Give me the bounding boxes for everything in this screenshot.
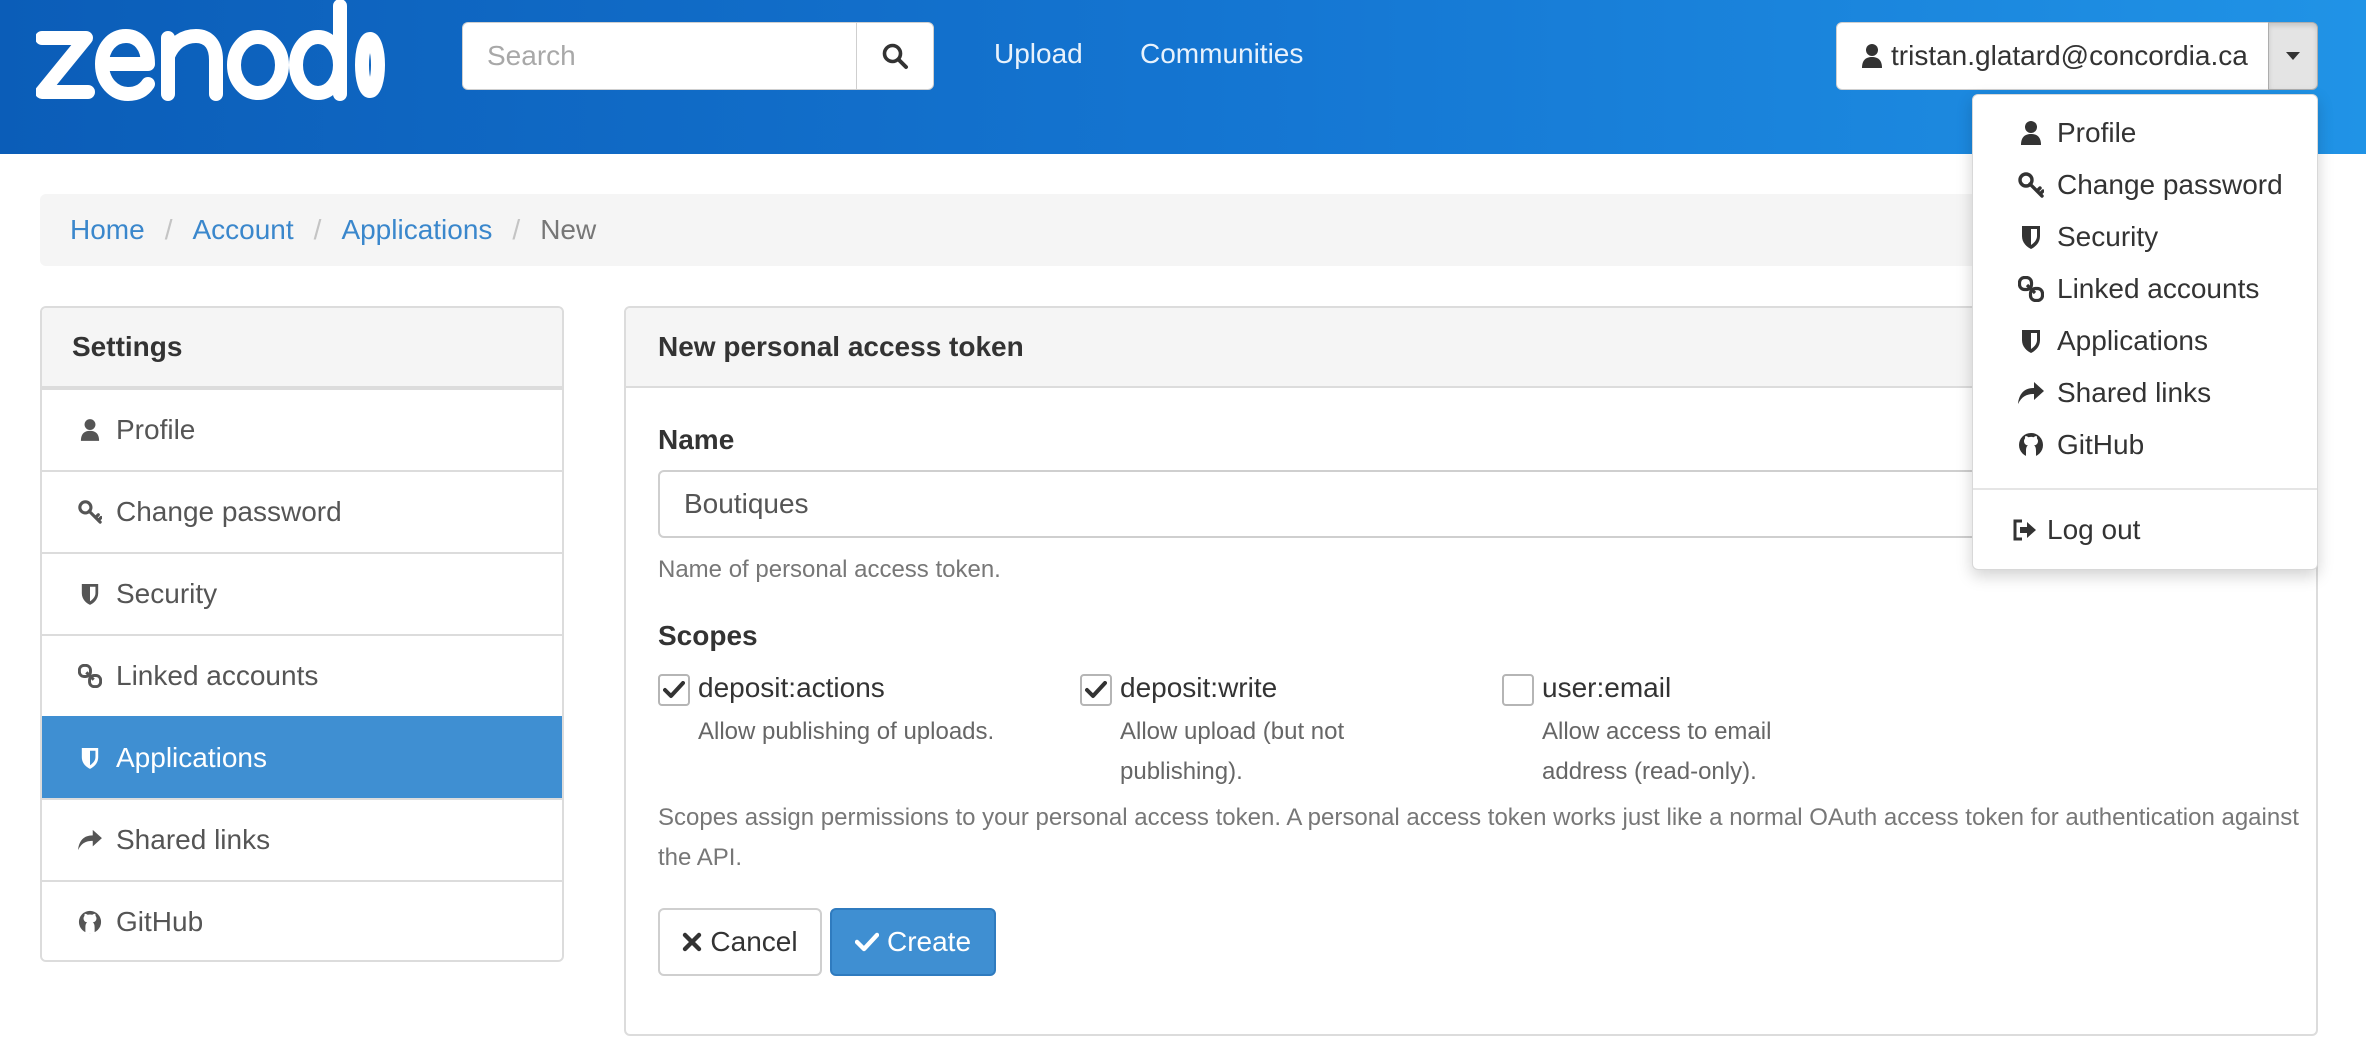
user-account-button[interactable]: tristan.glatard@concordia.ca (1836, 22, 2270, 90)
scope-name: deposit:write (1120, 672, 1278, 703)
menu-item-label: Security (2057, 221, 2159, 252)
cancel-button-label: Cancel (710, 926, 798, 957)
checkmark-icon (663, 681, 685, 698)
sidebar-heading: Settings (42, 308, 562, 388)
breadcrumb-separator: / (164, 214, 173, 245)
menu-item-shared-links[interactable]: Shared links (1973, 368, 2317, 418)
menu-item-label: Shared links (2057, 377, 2212, 408)
menu-item-profile[interactable]: Profile (1973, 108, 2317, 158)
scope-description-line: Allow publishing of uploads. (698, 718, 995, 745)
shield-icon (2017, 223, 2045, 251)
menu-item-label: Linked accounts (2057, 273, 2260, 304)
user-menu-toggle[interactable] (2268, 22, 2318, 90)
menu-item-label: Log out (2047, 514, 2141, 545)
github-icon (76, 882, 104, 960)
scope-description: Allow access to email address (read-only… (1542, 712, 1771, 792)
scope-checkbox[interactable] (1502, 674, 1534, 706)
search-icon (882, 43, 908, 69)
user-icon (2017, 119, 2045, 147)
user-dropdown-menu: Profile Change password Security Linked … (1972, 94, 2318, 570)
key-icon (76, 472, 104, 552)
link-icon (2017, 275, 2045, 303)
breadcrumb-applications[interactable]: Applications (341, 214, 492, 246)
sidebar-item-security[interactable]: Security (42, 552, 562, 634)
breadcrumb-home[interactable]: Home (70, 214, 145, 246)
sidebar-item-label: Applications (116, 742, 267, 773)
menu-item-linked-accounts[interactable]: Linked accounts (1973, 264, 2317, 314)
close-icon (683, 932, 702, 952)
breadcrumb-separator: / (313, 214, 322, 245)
shield-icon (76, 718, 104, 798)
scope-checkbox[interactable] (1080, 674, 1112, 706)
menu-divider (1973, 488, 2317, 490)
name-label: Name (658, 424, 735, 455)
scopes-label: Scopes (658, 620, 758, 651)
scope-name: user:email (1542, 672, 1672, 703)
menu-item-security[interactable]: Security (1973, 212, 2317, 262)
scope-description-line: publishing). (1120, 758, 1243, 785)
caret-down-icon (2286, 52, 2300, 60)
sidebar-item-label: Linked accounts (116, 660, 319, 691)
sidebar-item-label: Security (116, 578, 218, 609)
scope-description: Allow publishing of uploads. (698, 712, 994, 752)
scope-deposit-actions: deposit:actions Allow publishing of uplo… (658, 672, 1058, 772)
scope-user-email: user:email Allow access to email address… (1502, 672, 1902, 785)
scope-description-line: Allow access to email (1542, 718, 1772, 745)
sidebar-item-change-password[interactable]: Change password (42, 470, 562, 552)
sign-out-icon (2011, 516, 2039, 544)
cancel-button[interactable]: Cancel (658, 908, 822, 976)
shield-icon (76, 554, 104, 634)
sidebar-item-label: Profile (116, 414, 196, 445)
user-icon (76, 390, 104, 470)
create-button-label: Create (886, 926, 972, 957)
sidebar-item-label: GitHub (116, 906, 204, 937)
sidebar-item-github[interactable]: GitHub (42, 880, 562, 960)
check-icon (854, 932, 879, 952)
settings-sidebar: Settings Profile Change password Securit… (40, 306, 564, 962)
scope-description: Allow upload (but not publishing). (1120, 712, 1344, 792)
share-icon (2017, 379, 2045, 407)
scope-description-line: Allow upload (but not (1120, 718, 1345, 745)
menu-item-applications[interactable]: Applications (1973, 316, 2317, 366)
breadcrumb-account[interactable]: Account (192, 214, 293, 246)
scopes-help-line: the API. (658, 844, 743, 871)
link-icon (76, 636, 104, 716)
create-button[interactable]: Create (830, 908, 996, 976)
shield-icon (2017, 327, 2045, 355)
name-help-text: Name of personal access token. (658, 556, 1001, 583)
menu-item-label: Profile (2057, 117, 2137, 148)
sidebar-item-applications[interactable]: Applications (42, 716, 562, 798)
search-bar (462, 22, 934, 90)
checkmark-icon (1085, 681, 1107, 698)
key-icon (2017, 171, 2045, 199)
nav-communities-link[interactable]: Communities (1140, 38, 1303, 70)
sidebar-item-profile[interactable]: Profile (42, 388, 562, 470)
menu-item-label: Change password (2057, 169, 2283, 200)
scopes-help-line: Scopes assign permissions to your person… (658, 804, 2299, 831)
sidebar-item-label: Change password (116, 496, 342, 527)
menu-item-label: GitHub (2057, 429, 2145, 460)
scopes-help-text: Scopes assign permissions to your person… (658, 798, 2299, 878)
menu-item-label: Applications (2057, 325, 2208, 356)
sidebar-item-label: Shared links (116, 824, 271, 855)
share-icon (76, 800, 104, 880)
menu-item-log-out[interactable]: Log out (1973, 505, 2317, 555)
zenodo-logo[interactable] (36, 0, 386, 108)
scope-name: deposit:actions (698, 672, 885, 703)
nav-upload-link[interactable]: Upload (994, 38, 1083, 70)
menu-item-github[interactable]: GitHub (1973, 420, 2317, 470)
breadcrumb-separator: / (512, 214, 521, 245)
user-email: tristan.glatard@concordia.ca (1891, 40, 2248, 71)
search-button[interactable] (856, 22, 934, 90)
scope-checkbox[interactable] (658, 674, 690, 706)
breadcrumb-current: New (540, 214, 597, 245)
sidebar-item-shared-links[interactable]: Shared links (42, 798, 562, 880)
user-icon (1862, 44, 1882, 68)
search-input[interactable] (462, 22, 858, 90)
github-icon (2017, 431, 2045, 459)
scope-description-line: address (read-only). (1542, 758, 1757, 785)
menu-item-change-password[interactable]: Change password (1973, 160, 2317, 210)
sidebar-item-linked-accounts[interactable]: Linked accounts (42, 634, 562, 716)
scope-deposit-write: deposit:write Allow upload (but not publ… (1080, 672, 1480, 785)
